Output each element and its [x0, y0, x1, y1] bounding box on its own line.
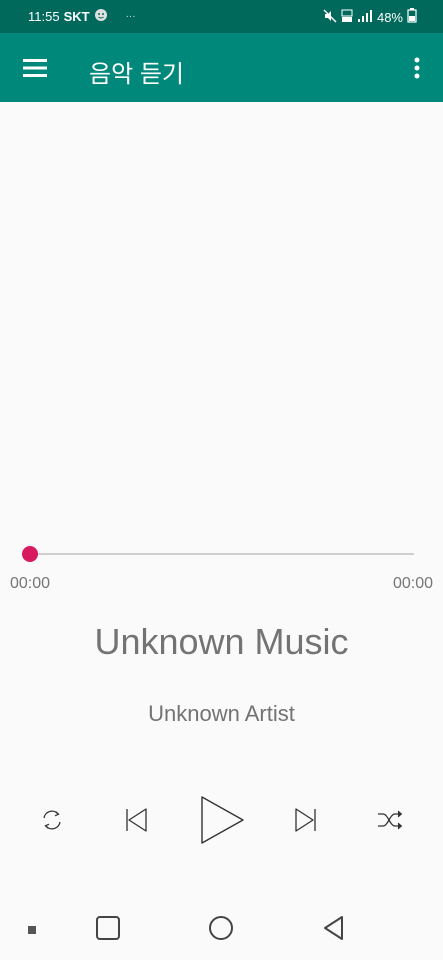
- track-title: Unknown Music: [94, 621, 349, 662]
- battery-icon: [407, 8, 417, 26]
- carrier-name: SKT: [63, 9, 90, 24]
- status-right: 48%: [323, 8, 417, 26]
- skip-next-icon: [292, 806, 320, 834]
- repeat-icon: [39, 807, 65, 833]
- carrier-badge-icon: [94, 8, 108, 25]
- track-artist: Unknown Artist: [148, 701, 295, 726]
- seek-bar[interactable]: [22, 546, 420, 562]
- mute-icon: [323, 9, 337, 26]
- system-nav-bar: [0, 900, 443, 960]
- home-button[interactable]: [205, 914, 237, 946]
- page-title: 음악 듣기: [89, 61, 184, 88]
- battery-percent: 48%: [376, 9, 403, 25]
- recent-apps-icon: [94, 914, 122, 947]
- play-button[interactable]: [196, 794, 248, 846]
- notification-dots: ···: [125, 11, 136, 22]
- home-icon: [207, 914, 235, 947]
- app-bar: 음악 듣기: [0, 33, 443, 102]
- seek-track: [30, 553, 414, 555]
- more-vert-icon[interactable]: [407, 53, 427, 83]
- shuffle-button[interactable]: [374, 804, 406, 836]
- signal-icon: [357, 9, 373, 26]
- total-time: 00:00: [392, 575, 433, 592]
- status-left: 11:55 SKT ···: [28, 8, 136, 25]
- nav-dot-icon[interactable]: [22, 920, 42, 940]
- repeat-button[interactable]: [36, 804, 68, 836]
- previous-button[interactable]: [120, 804, 152, 836]
- current-time: 00:00: [10, 575, 51, 592]
- play-icon: [198, 794, 246, 846]
- back-icon: [320, 914, 348, 947]
- skip-previous-icon: [122, 806, 150, 834]
- lte-icon: [341, 9, 353, 26]
- seek-thumb[interactable]: [22, 546, 38, 562]
- next-button[interactable]: [290, 804, 322, 836]
- recent-apps-button[interactable]: [92, 914, 124, 946]
- status-time: 11:55: [28, 9, 60, 24]
- menu-icon[interactable]: [18, 53, 52, 83]
- status-bar: 11:55 SKT ··· 48%: [0, 0, 443, 33]
- shuffle-icon: [376, 807, 404, 833]
- back-button[interactable]: [318, 914, 350, 946]
